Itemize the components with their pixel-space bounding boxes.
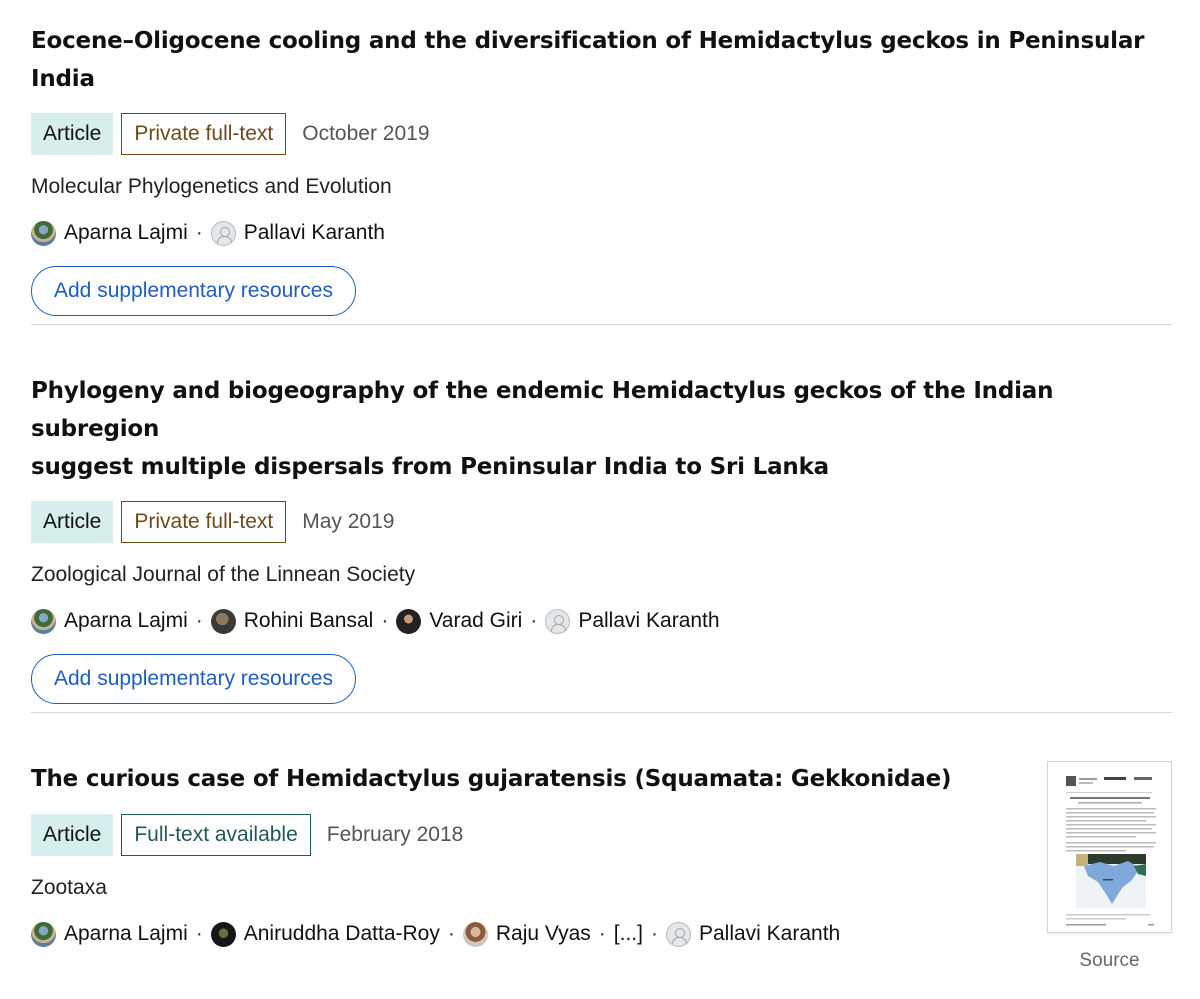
publication-item: Phylogeny and biogeography of the endemi… — [31, 372, 1172, 704]
publication-title[interactable]: The curious case of Hemidactylus gujarat… — [31, 760, 1021, 798]
author-list: Aparna Lajmi · Rohini Bansal · Varad Gir… — [31, 606, 1172, 636]
author-separator: · — [598, 922, 606, 945]
publication-meta: Article Private full-text May 2019 — [31, 501, 1172, 543]
thumbnail-source-label[interactable]: Source — [1047, 950, 1172, 972]
author-name[interactable]: Aniruddha Datta-Roy — [244, 922, 440, 946]
author-list: Aparna Lajmi · Pallavi Karanth — [31, 218, 1172, 248]
add-supplementary-resources-button[interactable]: Add supplementary resources — [31, 266, 356, 316]
author-separator: · — [650, 922, 658, 945]
author-name[interactable]: Pallavi Karanth — [244, 221, 385, 245]
publication-thumbnail[interactable] — [1047, 761, 1172, 933]
publication-title[interactable]: Eocene–Oligocene cooling and the diversi… — [31, 22, 1172, 98]
author-avatar[interactable] — [31, 220, 56, 246]
author-avatar[interactable] — [31, 608, 56, 634]
access-badge: Full-text available — [121, 814, 311, 856]
publication-title[interactable]: Phylogeny and biogeography of the endemi… — [31, 372, 1172, 486]
publication-title-line: suggest multiple dispersals from Peninsu… — [31, 454, 829, 480]
default-avatar-icon[interactable] — [545, 608, 571, 634]
journal-name: Zootaxa — [31, 876, 107, 899]
type-badge: Article — [31, 501, 114, 543]
publication-meta: Article Full-text available February 201… — [31, 814, 1021, 856]
author-name[interactable]: Rohini Bansal — [244, 609, 374, 633]
author-separator: · — [381, 609, 389, 632]
type-badge: Article — [31, 814, 114, 856]
default-avatar-icon[interactable] — [665, 921, 691, 947]
author-name[interactable]: Varad Giri — [429, 609, 522, 633]
author-name[interactable]: Raju Vyas — [496, 922, 591, 946]
add-supplementary-resources-button[interactable]: Add supplementary resources — [31, 654, 356, 704]
author-separator: · — [195, 922, 203, 945]
author-list: Aparna Lajmi · Aniruddha Datta-Roy · Raj… — [31, 919, 1021, 949]
journal-name: Molecular Phylogenetics and Evolution — [31, 175, 392, 198]
author-separator: · — [447, 922, 455, 945]
author-avatar[interactable] — [210, 608, 236, 634]
author-separator: · — [195, 609, 203, 632]
publication-item: Eocene–Oligocene cooling and the diversi… — [31, 22, 1172, 316]
divider — [31, 324, 1172, 325]
publication-meta: Article Private full-text October 2019 — [31, 113, 1172, 155]
publication-date: May 2019 — [302, 510, 395, 533]
document-preview-image — [1066, 776, 1156, 926]
author-name[interactable]: Aparna Lajmi — [64, 221, 188, 245]
more-authors-link[interactable]: [...] — [614, 922, 643, 946]
author-avatar[interactable] — [31, 921, 56, 947]
publication-date: October 2019 — [302, 122, 430, 145]
author-avatar[interactable] — [210, 921, 236, 947]
type-badge: Article — [31, 113, 114, 155]
publication-item: The curious case of Hemidactylus gujarat… — [31, 760, 1021, 949]
author-avatar[interactable] — [396, 608, 422, 634]
author-name[interactable]: Aparna Lajmi — [64, 609, 188, 633]
access-badge: Private full-text — [121, 501, 287, 543]
author-name[interactable]: Pallavi Karanth — [699, 922, 840, 946]
default-avatar-icon[interactable] — [210, 220, 236, 246]
journal-name: Zoological Journal of the Linnean Societ… — [31, 563, 416, 586]
publication-title-line: Phylogeny and biogeography of the endemi… — [31, 378, 1054, 442]
publication-date: February 2018 — [326, 823, 464, 846]
author-separator: · — [530, 609, 538, 632]
author-avatar[interactable] — [462, 921, 488, 947]
access-badge: Private full-text — [121, 113, 287, 155]
author-name[interactable]: Pallavi Karanth — [578, 609, 719, 633]
divider — [31, 712, 1172, 713]
author-name[interactable]: Aparna Lajmi — [64, 922, 188, 946]
author-separator: · — [195, 221, 203, 244]
